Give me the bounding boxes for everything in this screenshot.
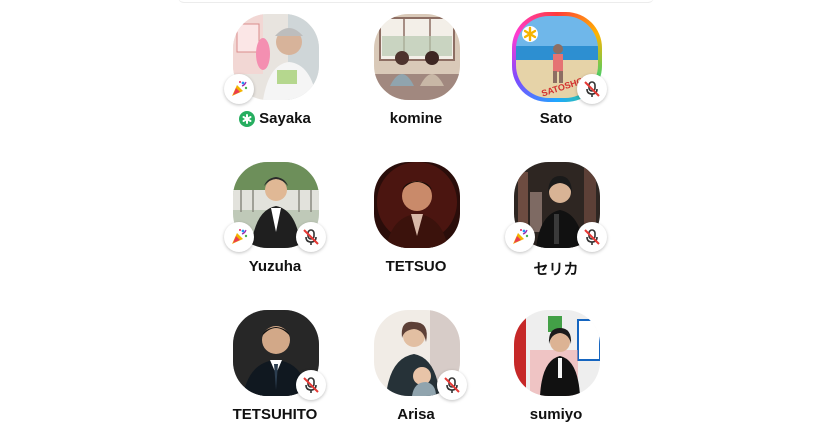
moderator-icon — [239, 110, 256, 127]
speaker-name: TETSUHITO — [232, 406, 318, 423]
speaker-tile-sayaka[interactable]: Sayaka — [220, 2, 330, 132]
mic-muted-icon — [584, 229, 600, 245]
speaker-name-row: TETSUHITO — [200, 406, 350, 423]
speaker-name: Yuzuha — [248, 258, 302, 275]
speaker-tile-sato[interactable]: SATOSHOW Sato — [501, 2, 611, 132]
speaker-name-row: sumiyo — [481, 406, 631, 423]
avatar-photo — [374, 162, 460, 248]
speaker-name-row: Sato — [481, 110, 631, 127]
avatar[interactable] — [374, 14, 460, 100]
speaker-name-row: Yuzuha — [200, 258, 350, 275]
speaker-name: Sayaka — [259, 110, 311, 127]
avatar[interactable] — [374, 162, 460, 248]
speaker-name: セリカ — [533, 261, 579, 278]
mic-muted-icon — [584, 81, 600, 97]
speakers-stage: Sayaka komine SATOSHOW Sato Yuzuha TETSU… — [0, 0, 829, 435]
speaker-name-row: セリカ — [481, 258, 631, 279]
speaker-name: TETSUO — [385, 258, 447, 275]
muted-badge — [577, 74, 607, 104]
speaker-name: komine — [389, 110, 443, 127]
speaker-tile-sumiyo[interactable]: sumiyo — [501, 298, 611, 428]
speaker-tile-arisa[interactable]: Arisa — [361, 298, 471, 428]
speaker-tile-serika[interactable]: セリカ — [501, 150, 611, 280]
party-popper-badge — [224, 222, 254, 252]
speaker-name: Arisa — [397, 406, 435, 423]
asterisk-icon — [242, 113, 252, 124]
avatar-photo — [374, 14, 460, 100]
party-popper-icon — [513, 229, 529, 244]
muted-badge — [437, 370, 467, 400]
speaker-name: sumiyo — [529, 406, 583, 423]
avatar[interactable] — [514, 310, 600, 396]
avatar-photo — [514, 310, 600, 396]
speaker-name-row: Sayaka — [200, 110, 350, 127]
speaker-tile-tetsuo[interactable]: TETSUO — [361, 150, 471, 280]
speaker-name-row: komine — [341, 110, 491, 127]
speaker-name: Sato — [539, 110, 573, 127]
mic-muted-icon — [303, 229, 319, 245]
muted-badge — [296, 370, 326, 400]
muted-badge — [296, 222, 326, 252]
party-popper-badge — [505, 222, 535, 252]
speaker-name-row: TETSUO — [341, 258, 491, 275]
muted-badge — [577, 222, 607, 252]
party-popper-badge — [224, 74, 254, 104]
mic-muted-icon — [303, 377, 319, 393]
party-popper-icon — [232, 81, 248, 96]
speaker-tile-komine[interactable]: komine — [361, 2, 471, 132]
mic-muted-icon — [444, 377, 460, 393]
speaker-name-row: Arisa — [341, 406, 491, 423]
party-popper-icon — [232, 229, 248, 244]
speaker-tile-yuzuha[interactable]: Yuzuha — [220, 150, 330, 280]
speaker-tile-tetsuhito[interactable]: TETSUHITO — [220, 298, 330, 428]
